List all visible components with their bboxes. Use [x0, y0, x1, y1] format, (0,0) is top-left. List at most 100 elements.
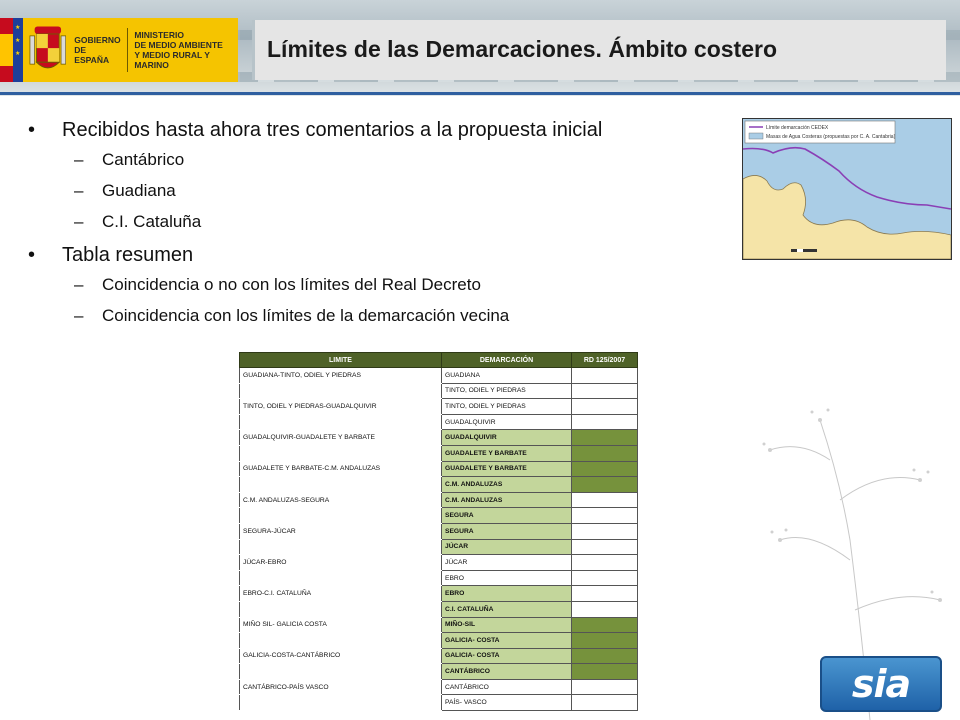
government-label: GOBIERNO DE ESPAÑA [74, 35, 121, 65]
ministry-line: DE MEDIO AMBIENTE [134, 40, 223, 50]
rd-cell [571, 694, 638, 712]
table-row: CANTÁBRICO [239, 663, 638, 680]
demarcacion-cell: SEGURA [441, 507, 572, 524]
demarcacion-cell: JÚCAR [441, 554, 572, 571]
table-row: TINTO, ODIEL Y PIEDRAS-GUADALQUIVIR TINTO… [239, 398, 638, 415]
limite-cell: C.M. ANDALUZAS-SEGURA [239, 491, 442, 509]
sub-bullet-item: C.I. Cataluña [26, 212, 726, 232]
rd-cell [571, 367, 638, 384]
table-row: GUADALQUIVIR-GUADALETE Y BARBATE GUADALQU… [239, 429, 638, 446]
table-row: PAÍS- VASCO [239, 694, 638, 712]
coastline-map: Límite demarcación CEDEX Masas de Agua C… [743, 119, 951, 259]
rd-cell [571, 616, 638, 634]
limite-cell [239, 600, 442, 618]
limite-cell: GALICIA-COSTA-CANTÁBRICO [239, 647, 442, 665]
table-row: CANTÁBRICO-PAÍS VASCO CANTÁBRICO [239, 678, 638, 696]
limite-cell [239, 538, 442, 556]
header-banner: GOBIERNO DE ESPAÑA MINISTERIO DE MEDIO A… [0, 0, 960, 96]
column-header: DEMARCACIÓN [441, 352, 572, 368]
government-logo: GOBIERNO DE ESPAÑA MINISTERIO DE MEDIO A… [0, 18, 238, 82]
table-row: JÚCAR [239, 538, 638, 556]
table-row: MIÑO SIL- GALICIA COSTA MIÑO-SIL [239, 616, 638, 634]
limite-cell: GUADALQUIVIR-GUADALETE Y BARBATE [239, 429, 442, 446]
legend-water-swatch [748, 132, 764, 140]
table-header-row: LIMITE DEMARCACIÓN RD 125/2007 [239, 352, 638, 368]
demarcacion-cell: GUADALETE Y BARBATE [441, 444, 572, 462]
limite-cell: SEGURA-JÚCAR [239, 522, 442, 540]
page-title: Límites de las Demarcaciones. Ámbito cos… [267, 36, 778, 62]
demarcacion-cell: TINTO, ODIEL Y PIEDRAS [441, 382, 572, 400]
rd-cell [571, 678, 638, 696]
demarcacion-cell: GUADALETE Y BARBATE [441, 460, 572, 478]
rd-cell [571, 507, 638, 524]
table-row: GUADALQUIVIR [239, 413, 638, 431]
demarcacion-cell: EBRO [441, 585, 572, 602]
rd-cell [571, 460, 638, 478]
rd-cell [571, 429, 638, 446]
sia-logo: sia [820, 656, 942, 712]
rd-cell [571, 663, 638, 680]
demarcacion-cell: GALICIA- COSTA [441, 647, 572, 665]
map-inset: Límite demarcación CEDEX Masas de Agua C… [742, 118, 952, 260]
demarcacion-cell: MIÑO-SIL [441, 616, 572, 634]
map-scale-bar [791, 249, 817, 252]
demarcacion-cell: TINTO, ODIEL Y PIEDRAS [441, 398, 572, 415]
rd-cell [571, 476, 638, 493]
table-row: GUADALETE Y BARBATE [239, 444, 638, 462]
limite-cell [239, 507, 442, 524]
demarcacion-cell: GUADIANA [441, 367, 572, 384]
logo-separator [127, 28, 129, 72]
limite-cell [239, 663, 442, 680]
limite-cell [239, 413, 442, 431]
table-row: GALICIA- COSTA [239, 632, 638, 649]
demarcacion-cell: SEGURA [441, 522, 572, 540]
column-header: RD 125/2007 [571, 352, 638, 368]
rd-cell [571, 444, 638, 462]
rd-cell [571, 554, 638, 571]
table-row: EBRO-C.I. CATALUÑA EBRO [239, 585, 638, 602]
summary-table: LIMITE DEMARCACIÓN RD 125/2007 GUADIANA-… [239, 352, 638, 712]
limite-cell: GUADALETE Y BARBATE-C.M. ANDALUZAS [239, 460, 442, 478]
demarcacion-cell: C.M. ANDALUZAS [441, 491, 572, 509]
demarcacion-cell: GALICIA- COSTA [441, 632, 572, 649]
limite-cell [239, 476, 442, 493]
demarcacion-cell: PAÍS- VASCO [441, 694, 572, 712]
title-box: Límites de las Demarcaciones. Ámbito cos… [252, 20, 946, 80]
rd-cell [571, 398, 638, 415]
demarcacion-cell: EBRO [441, 569, 572, 587]
header-divider [0, 92, 960, 95]
table-row: GUADALETE Y BARBATE-C.M. ANDALUZAS GUADAL… [239, 460, 638, 478]
ministry-line: Y MEDIO RURAL Y MARINO [134, 50, 210, 70]
table-row: C.I. CATALUÑA [239, 600, 638, 618]
sub-bullet-item: Cantábrico [26, 150, 726, 170]
table-row: GUADIANA-TINTO, ODIEL Y PIEDRAS GUADIANA [239, 367, 638, 384]
sub-bullet-item: Guadiana [26, 181, 726, 201]
table-row: SEGURA-JÚCAR SEGURA [239, 522, 638, 540]
spain-flag-icon [0, 18, 14, 82]
table-row: C.M. ANDALUZAS-SEGURA C.M. ANDALUZAS [239, 491, 638, 509]
bullet-list: Recibidos hasta ahora tres comentarios a… [26, 118, 726, 337]
limite-cell: JÚCAR-EBRO [239, 554, 442, 571]
demarcacion-cell: GUADALQUIVIR [441, 429, 572, 446]
limite-cell: TINTO, ODIEL Y PIEDRAS-GUADALQUIVIR [239, 398, 442, 415]
limite-cell [239, 569, 442, 587]
limite-cell: EBRO-C.I. CATALUÑA [239, 585, 442, 602]
bullet-item: Tabla resumen [26, 243, 726, 267]
rd-cell [571, 538, 638, 556]
sub-bullet-item: Coincidencia con los límites de la demar… [26, 306, 726, 326]
map-scale-bar-segment [797, 249, 803, 252]
sia-logo-text: sia [851, 662, 911, 706]
rd-cell [571, 600, 638, 618]
sub-bullet-item: Coincidencia o no con los límites del Re… [26, 275, 726, 295]
government-line: GOBIERNO [74, 35, 121, 45]
rd-cell [571, 632, 638, 649]
rd-cell [571, 647, 638, 665]
ministry-line: MINISTERIO [134, 30, 184, 40]
limite-cell [239, 382, 442, 400]
demarcacion-cell: CANTÁBRICO [441, 678, 572, 696]
rd-cell [571, 413, 638, 431]
demarcacion-cell: C.I. CATALUÑA [441, 600, 572, 618]
table-row: TINTO, ODIEL Y PIEDRAS [239, 382, 638, 400]
coat-of-arms-icon [29, 26, 66, 69]
table-row: EBRO [239, 569, 638, 587]
